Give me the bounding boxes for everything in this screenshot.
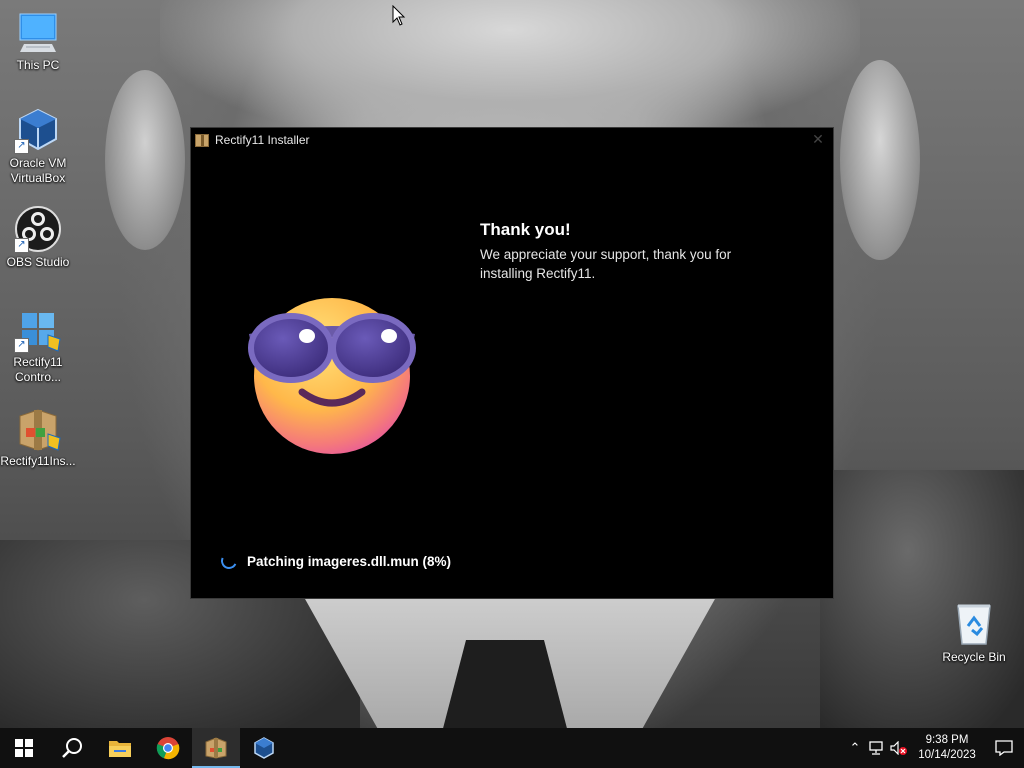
obs-icon: ↗ [14,205,62,253]
search-icon [62,738,82,758]
desktop-icon-this-pc[interactable]: This PC [0,8,76,73]
shortcut-arrow-icon: ↗ [14,238,29,253]
chrome-icon [156,737,180,760]
installer-taskbar-button[interactable] [192,728,240,768]
chrome-button[interactable] [144,728,192,768]
start-button[interactable] [0,728,48,768]
close-icon: ✕ [812,132,824,148]
window-title: Rectify11 Installer [215,133,310,147]
shortcut-arrow-icon: ↗ [14,338,29,353]
desktop-icon-virtualbox[interactable]: ↗ Oracle VM VirtualBox [0,106,76,186]
installer-package-icon [14,404,62,452]
rectify11-control-icon: ↗ [14,305,62,353]
virtualbox-icon [254,737,274,759]
close-button[interactable]: ✕ [809,131,827,149]
smiling-face-with-sunglasses-icon [248,298,416,454]
clock-time: 9:38 PM [925,734,969,746]
desktop-icon-label: Rectify11Ins... [0,454,76,468]
wallpaper-left-ear [105,70,185,250]
taskbar: ⌃ 9:38 PM 10/14/2023 [0,728,1024,768]
system-tray: ⌃ 9:38 PM 10/14/2023 [844,728,1024,768]
network-button[interactable] [866,728,888,768]
desktop-icon-label: Recycle Bin [942,650,1006,664]
desktop-icon-rectify11-control[interactable]: ↗ Rectify11 Contro... [0,305,76,385]
shortcut-arrow-icon: ↗ [14,139,29,154]
computer-icon [14,8,62,56]
network-icon [869,741,883,755]
volume-button[interactable] [888,728,910,768]
wallpaper-right-ear [840,60,920,260]
volume-muted-icon [890,741,907,755]
desktop-icon-label: This PC [16,58,60,72]
installer-window[interactable]: Rectify11 Installer ✕ Thank you! We appr… [190,127,834,599]
thank-you-heading: Thank you! [480,220,571,239]
installer-titlebar[interactable]: Rectify11 Installer [191,128,833,152]
desktop-icon-rectify11-installer[interactable]: Rectify11Ins... [0,404,76,469]
wallpaper-coat-right [820,470,1024,728]
clock-date: 10/14/2023 [918,749,976,761]
file-explorer-button[interactable] [96,728,144,768]
taskbar-clock[interactable]: 9:38 PM 10/14/2023 [910,733,984,763]
virtualbox-taskbar-button[interactable] [240,728,288,768]
desktop-icon-label: OBS Studio [6,255,70,269]
desktop-icon-label: Oracle VM VirtualBox [9,156,67,185]
progress-text: Patching imageres.dll.mun (8%) [247,553,452,569]
windows-icon [15,739,33,757]
progress-status: Patching imageres.dll.mun (8%) [218,550,452,572]
virtualbox-icon: ↗ [14,106,62,154]
folder-icon [109,741,131,757]
notification-center-button[interactable] [984,728,1024,768]
show-hidden-icons-button[interactable]: ⌃ [844,728,866,768]
recycle-bin-icon [950,600,998,648]
installer-package-icon [195,133,209,147]
desktop-icon-recycle-bin[interactable]: Recycle Bin [936,600,1012,665]
chevron-up-icon: ⌃ [849,740,861,755]
mouse-cursor-icon [392,5,406,26]
search-button[interactable] [48,728,96,768]
desktop-icon-label: Rectify11 Contro... [13,355,63,384]
installer-package-icon [205,737,227,759]
loading-spinner-icon [218,550,240,572]
thank-you-message: We appreciate your support, thank you fo… [480,247,732,281]
desktop-icon-obs-studio[interactable]: ↗ OBS Studio [0,205,76,270]
notification-icon [995,740,1013,756]
wallpaper-hair [160,0,860,130]
